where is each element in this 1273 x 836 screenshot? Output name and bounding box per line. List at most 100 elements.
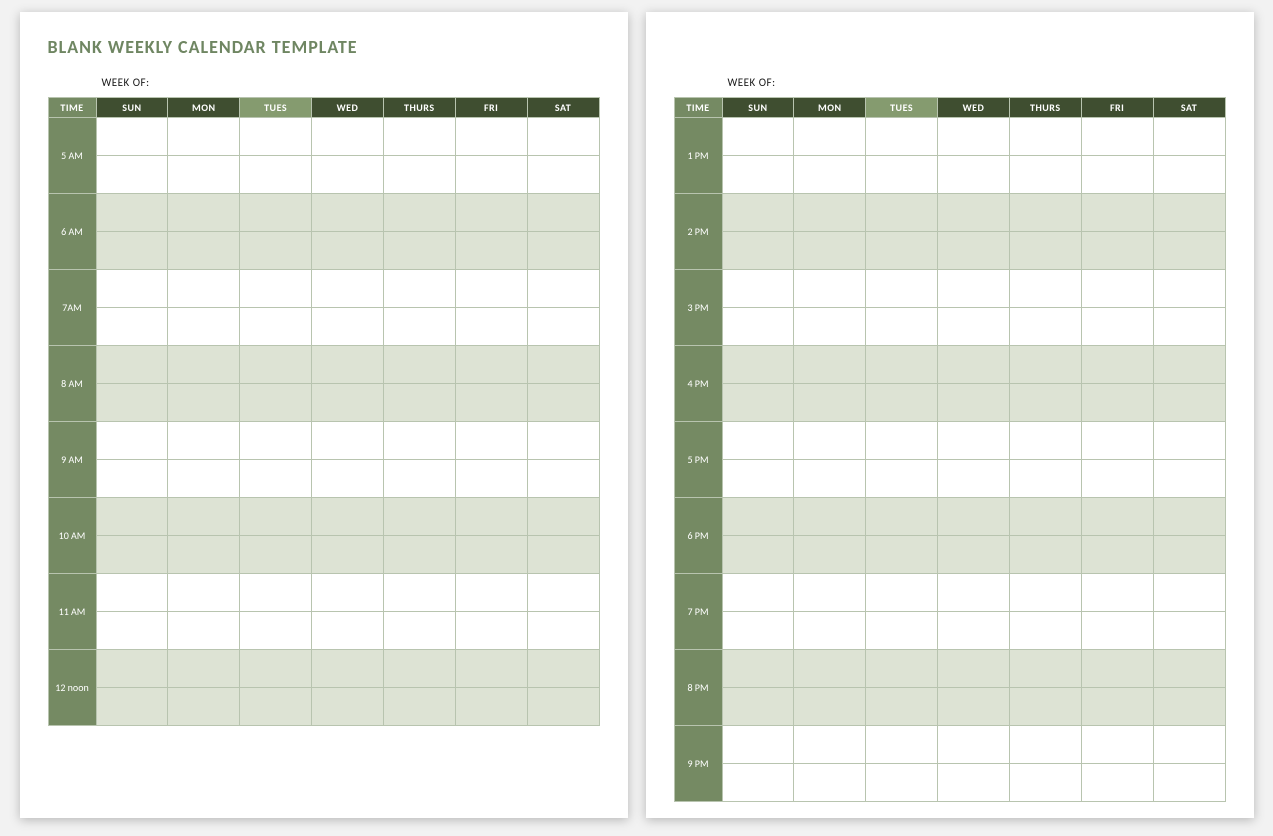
slot[interactable] xyxy=(866,156,938,194)
slot[interactable] xyxy=(794,650,866,688)
slot[interactable] xyxy=(1009,232,1081,270)
slot[interactable] xyxy=(1153,308,1225,346)
slot[interactable] xyxy=(96,384,168,422)
slot[interactable] xyxy=(794,726,866,764)
slot[interactable] xyxy=(168,232,240,270)
slot[interactable] xyxy=(96,536,168,574)
slot[interactable] xyxy=(866,422,938,460)
slot[interactable] xyxy=(240,270,312,308)
slot[interactable] xyxy=(168,574,240,612)
slot[interactable] xyxy=(866,232,938,270)
slot[interactable] xyxy=(168,460,240,498)
slot[interactable] xyxy=(722,460,794,498)
slot[interactable] xyxy=(938,460,1010,498)
slot[interactable] xyxy=(527,536,599,574)
slot[interactable] xyxy=(240,308,312,346)
slot[interactable] xyxy=(1153,764,1225,802)
slot[interactable] xyxy=(96,422,168,460)
slot[interactable] xyxy=(455,118,527,156)
slot[interactable] xyxy=(866,346,938,384)
slot[interactable] xyxy=(168,194,240,232)
slot[interactable] xyxy=(866,650,938,688)
slot[interactable] xyxy=(96,232,168,270)
slot[interactable] xyxy=(1153,612,1225,650)
slot[interactable] xyxy=(240,118,312,156)
slot[interactable] xyxy=(527,574,599,612)
slot[interactable] xyxy=(312,650,384,688)
slot[interactable] xyxy=(96,574,168,612)
slot[interactable] xyxy=(240,194,312,232)
slot[interactable] xyxy=(938,346,1010,384)
slot[interactable] xyxy=(455,232,527,270)
slot[interactable] xyxy=(938,156,1010,194)
slot[interactable] xyxy=(794,346,866,384)
slot[interactable] xyxy=(455,498,527,536)
slot[interactable] xyxy=(794,156,866,194)
slot[interactable] xyxy=(96,156,168,194)
slot[interactable] xyxy=(794,612,866,650)
slot[interactable] xyxy=(527,346,599,384)
slot[interactable] xyxy=(794,460,866,498)
slot[interactable] xyxy=(938,194,1010,232)
slot[interactable] xyxy=(722,612,794,650)
slot[interactable] xyxy=(722,270,794,308)
slot[interactable] xyxy=(1153,384,1225,422)
slot[interactable] xyxy=(383,156,455,194)
slot[interactable] xyxy=(866,536,938,574)
slot[interactable] xyxy=(794,270,866,308)
slot[interactable] xyxy=(938,650,1010,688)
slot[interactable] xyxy=(866,726,938,764)
slot[interactable] xyxy=(938,384,1010,422)
slot[interactable] xyxy=(938,612,1010,650)
slot[interactable] xyxy=(383,460,455,498)
slot[interactable] xyxy=(455,650,527,688)
slot[interactable] xyxy=(866,308,938,346)
slot[interactable] xyxy=(455,194,527,232)
slot[interactable] xyxy=(527,156,599,194)
slot[interactable] xyxy=(168,308,240,346)
slot[interactable] xyxy=(722,650,794,688)
slot[interactable] xyxy=(938,422,1010,460)
slot[interactable] xyxy=(240,574,312,612)
slot[interactable] xyxy=(938,308,1010,346)
slot[interactable] xyxy=(1153,232,1225,270)
slot[interactable] xyxy=(1153,574,1225,612)
slot[interactable] xyxy=(866,460,938,498)
slot[interactable] xyxy=(1153,536,1225,574)
slot[interactable] xyxy=(1081,308,1153,346)
slot[interactable] xyxy=(1081,270,1153,308)
slot[interactable] xyxy=(168,688,240,726)
slot[interactable] xyxy=(312,574,384,612)
slot[interactable] xyxy=(938,232,1010,270)
slot[interactable] xyxy=(722,536,794,574)
slot[interactable] xyxy=(168,384,240,422)
slot[interactable] xyxy=(1081,384,1153,422)
slot[interactable] xyxy=(794,688,866,726)
slot[interactable] xyxy=(240,156,312,194)
slot[interactable] xyxy=(1009,384,1081,422)
slot[interactable] xyxy=(1153,118,1225,156)
slot[interactable] xyxy=(866,764,938,802)
slot[interactable] xyxy=(722,498,794,536)
slot[interactable] xyxy=(1081,460,1153,498)
slot[interactable] xyxy=(1081,574,1153,612)
slot[interactable] xyxy=(1153,194,1225,232)
slot[interactable] xyxy=(1153,726,1225,764)
slot[interactable] xyxy=(312,194,384,232)
slot[interactable] xyxy=(383,498,455,536)
slot[interactable] xyxy=(96,346,168,384)
slot[interactable] xyxy=(168,118,240,156)
slot[interactable] xyxy=(96,612,168,650)
slot[interactable] xyxy=(312,232,384,270)
slot[interactable] xyxy=(938,764,1010,802)
slot[interactable] xyxy=(240,498,312,536)
slot[interactable] xyxy=(383,574,455,612)
slot[interactable] xyxy=(722,764,794,802)
slot[interactable] xyxy=(722,194,794,232)
slot[interactable] xyxy=(866,118,938,156)
slot[interactable] xyxy=(1009,308,1081,346)
slot[interactable] xyxy=(794,536,866,574)
slot[interactable] xyxy=(794,422,866,460)
slot[interactable] xyxy=(1009,574,1081,612)
slot[interactable] xyxy=(1153,650,1225,688)
